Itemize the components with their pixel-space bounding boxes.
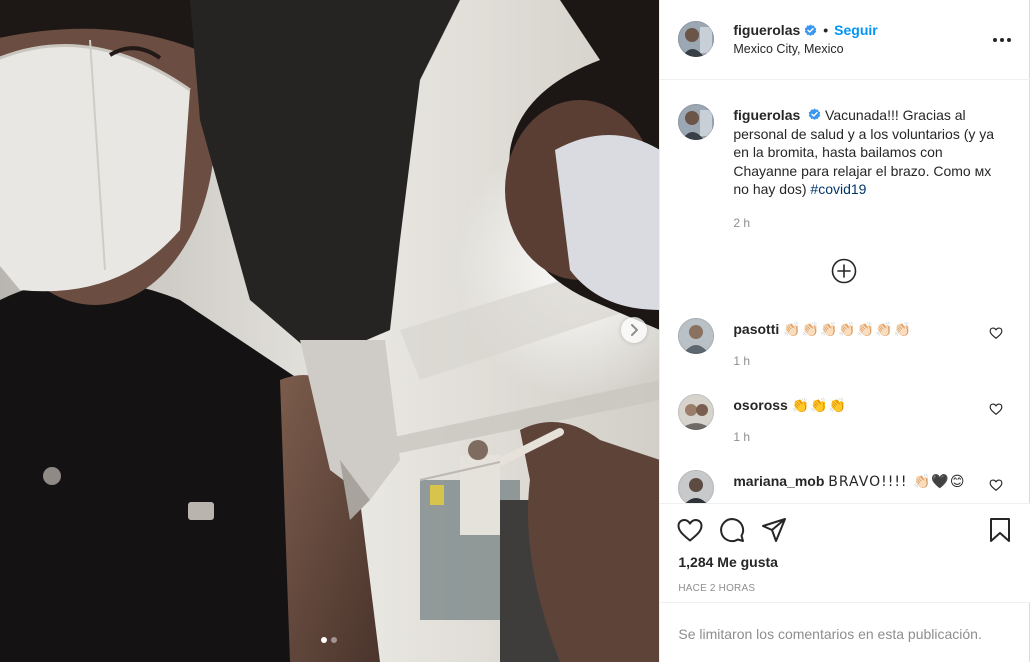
- commenter-username[interactable]: osoross: [733, 397, 787, 413]
- comments-limited-text: Se limitaron los comentarios en esta pub…: [678, 626, 982, 642]
- more-options-icon: [993, 38, 998, 42]
- carousel-next-button[interactable]: [621, 317, 647, 343]
- bookmark-icon[interactable]: [986, 516, 1014, 544]
- hashtag-link[interactable]: #covid19: [810, 181, 866, 197]
- post-location[interactable]: Mexico City, Mexico: [733, 42, 843, 56]
- post-photo[interactable]: [0, 0, 660, 662]
- like-comment-heart-icon[interactable]: [989, 478, 1003, 492]
- comment-text: mariana_mob BRAVO!!!! 👏🏻🖤😊: [733, 473, 965, 490]
- post-timestamp[interactable]: HACE 2 HORAS: [678, 583, 755, 594]
- carousel-indicator: [321, 637, 337, 643]
- comment-message: 👏🏻👏🏻👏🏻👏🏻👏🏻👏🏻👏🏻: [783, 322, 913, 338]
- comment-text: pasotti 👏🏻👏🏻👏🏻👏🏻👏🏻👏🏻👏🏻: [733, 321, 912, 338]
- more-options-button[interactable]: [991, 30, 1013, 50]
- author-line: figuerolas • Seguir: [733, 22, 877, 38]
- carousel-dot: [331, 637, 337, 643]
- carousel-dot-active: [321, 637, 327, 643]
- post-actions: 1,284 Me gusta HACE 2 HORAS: [660, 503, 1030, 603]
- commenter-username[interactable]: mariana_mob: [733, 473, 824, 489]
- header-separator: •: [823, 22, 829, 38]
- comment-timestamp[interactable]: 1 h: [733, 354, 750, 368]
- add-circle-icon[interactable]: [831, 258, 857, 284]
- comment-text: osoross 👏👏👏: [733, 397, 847, 414]
- like-comment-heart-icon[interactable]: [989, 326, 1003, 340]
- verified-badge-icon: [805, 23, 817, 36]
- vaccination-selfie-photo: [0, 0, 660, 662]
- heart-icon[interactable]: [676, 516, 704, 544]
- share-icon[interactable]: [760, 516, 788, 544]
- comments-limited-footer: Se limitaron los comentarios en esta pub…: [660, 602, 1030, 662]
- post-side-panel: figuerolas • Seguir Mexico City, Mexico: [659, 0, 1030, 662]
- commenter-avatar[interactable]: [678, 394, 715, 430]
- verified-badge-icon: [808, 108, 821, 120]
- commenter-username[interactable]: pasotti: [733, 321, 779, 337]
- commenter-avatar[interactable]: [678, 318, 715, 354]
- comment-icon[interactable]: [718, 516, 746, 544]
- comment-message: BRAVO!!!! 👏🏻🖤😊: [828, 474, 966, 490]
- comment-timestamp[interactable]: 1 h: [733, 430, 750, 444]
- comment-message: 👏👏👏: [791, 398, 848, 414]
- follow-button[interactable]: Seguir: [834, 22, 878, 38]
- caption-timestamp[interactable]: 2 h: [733, 216, 750, 230]
- post-header: figuerolas • Seguir Mexico City, Mexico: [660, 0, 1030, 80]
- instagram-post: figuerolas • Seguir Mexico City, Mexico: [0, 0, 1030, 662]
- caption-username[interactable]: figuerolas: [733, 107, 800, 123]
- author-avatar[interactable]: [678, 21, 715, 57]
- like-comment-heart-icon[interactable]: [989, 402, 1003, 416]
- caption-author-avatar[interactable]: [678, 104, 715, 140]
- caption-text: figuerolas Vacunada!!! Gracias al person…: [733, 106, 1008, 199]
- commenter-avatar[interactable]: [678, 470, 715, 506]
- likes-count[interactable]: 1,284 Me gusta: [678, 554, 778, 570]
- author-username[interactable]: figuerolas: [733, 22, 800, 38]
- chevron-right-icon: [631, 324, 638, 336]
